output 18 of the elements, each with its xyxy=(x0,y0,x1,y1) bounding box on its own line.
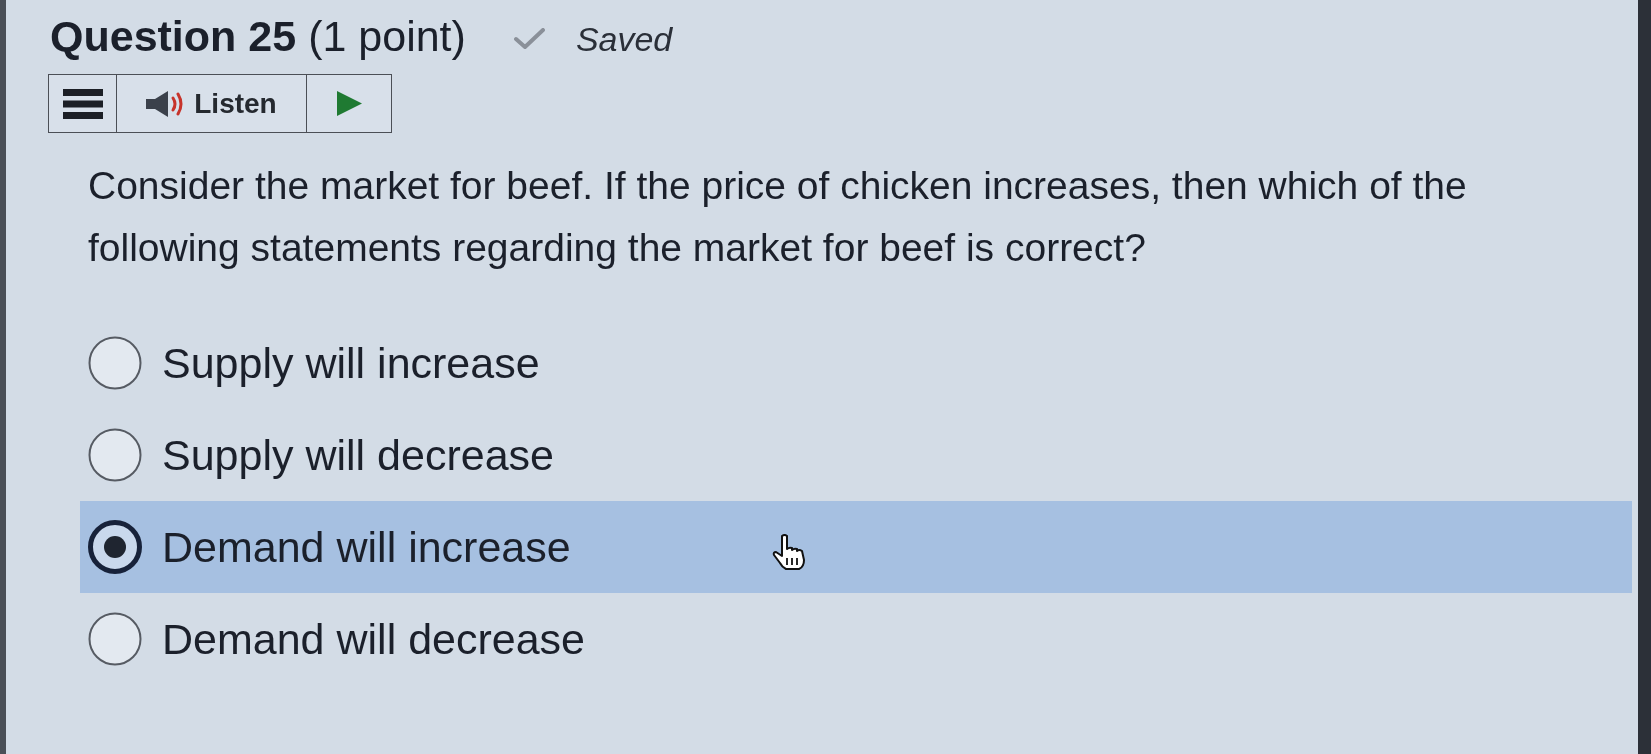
answer-option[interactable]: Supply will increase xyxy=(80,317,1632,409)
question-points: (1 point) xyxy=(308,11,466,62)
play-icon xyxy=(336,91,362,116)
radio-selected-icon[interactable] xyxy=(88,520,142,574)
saved-status: Saved xyxy=(575,19,673,60)
speaker-icon xyxy=(146,89,185,118)
answer-option[interactable]: Supply will decrease xyxy=(80,409,1632,501)
listen-button[interactable]: Listen xyxy=(117,75,307,132)
question-title: Question 25 xyxy=(50,11,297,62)
menu-icon xyxy=(62,88,103,119)
radio-icon[interactable] xyxy=(88,336,142,390)
check-icon xyxy=(513,28,545,50)
answer-option[interactable]: Demand will increase xyxy=(80,501,1632,593)
question-text: Consider the market for beef. If the price of chicken increases, then which of the following statements regarding the market for beef is correct? xyxy=(88,163,1468,271)
hand-cursor-icon xyxy=(772,534,806,571)
radio-icon[interactable] xyxy=(88,428,142,482)
answer-option[interactable]: Demand will decrease xyxy=(80,593,1632,685)
radio-icon[interactable] xyxy=(88,612,142,666)
